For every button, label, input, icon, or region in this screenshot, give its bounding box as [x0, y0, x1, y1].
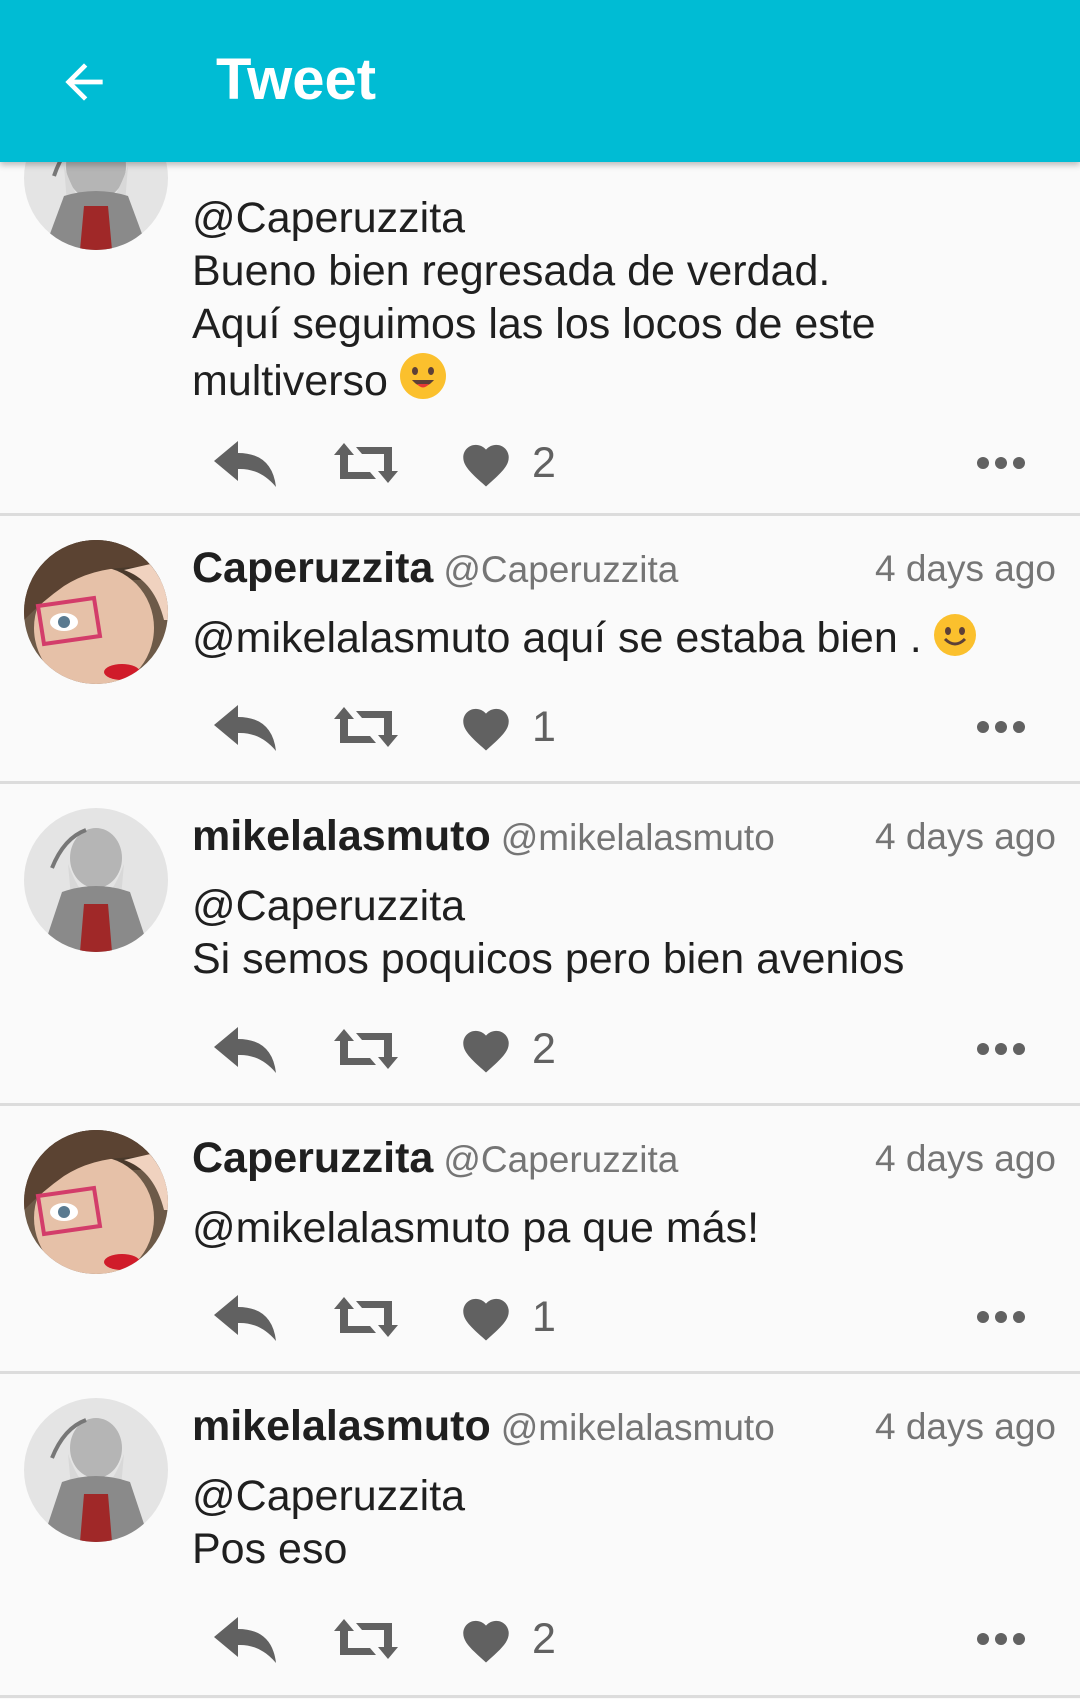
more-button[interactable]	[976, 1282, 1026, 1352]
retweet-icon	[334, 707, 398, 747]
tweet-actions: 2	[0, 428, 1080, 498]
author-handle[interactable]: @Caperuzzita	[443, 549, 678, 590]
avatar[interactable]	[24, 540, 168, 684]
slight-smile-emoji	[932, 612, 978, 671]
retweet-button[interactable]	[332, 1282, 400, 1352]
like-button[interactable]: 2	[458, 428, 556, 498]
like-count: 2	[532, 1024, 556, 1073]
tweet-meta: Caperuzzita @Caperuzzita 4 days ago	[192, 1134, 1056, 1190]
avatar[interactable]	[24, 1130, 168, 1274]
heart-icon	[463, 444, 509, 487]
like-count: 1	[532, 702, 556, 751]
tweet-timestamp: 4 days ago	[874, 548, 1056, 589]
tweet-line: @Caperuzzita	[192, 882, 466, 930]
tweet-item[interactable]: mikelalasmuto @mikelalasmuto 4 days ago @…	[0, 1374, 1080, 1698]
reply-button[interactable]	[212, 1604, 278, 1674]
retweet-button[interactable]	[332, 1014, 400, 1084]
tweet-text: @Caperuzzita Bueno bien regresada de ver…	[192, 192, 1050, 414]
smiling-face-emoji	[398, 351, 448, 414]
tweet-timestamp: 4 days ago	[874, 1138, 1056, 1179]
more-icon	[977, 1043, 1025, 1055]
retweet-button[interactable]	[332, 692, 400, 762]
more-button[interactable]	[976, 1014, 1026, 1084]
author-name[interactable]: Caperuzzita	[192, 1134, 433, 1182]
like-count: 2	[532, 1614, 556, 1663]
arrow-left-icon	[65, 63, 103, 101]
like-button[interactable]: 1	[458, 1282, 556, 1352]
more-button[interactable]	[976, 428, 1026, 498]
avatar[interactable]	[24, 808, 168, 952]
reply-button[interactable]	[212, 692, 278, 762]
reply-icon	[214, 441, 276, 487]
tweet-line: Si semos poquicos pero bien avenios	[192, 935, 905, 983]
tweet-line: @Caperuzzita	[192, 194, 466, 242]
tweet-actions: 1	[0, 692, 1080, 762]
tweet-text: @Caperuzzita Pos eso	[192, 1470, 1050, 1576]
tweet-text: @Caperuzzita Si semos poquicos pero bien…	[192, 880, 1050, 986]
heart-icon	[463, 1620, 509, 1663]
tweet-line: Pos eso	[192, 1525, 348, 1573]
reply-icon	[214, 705, 276, 751]
tweet-item[interactable]: mikelalasmuto @mikelalasmuto 4 days ago @…	[0, 784, 1080, 1106]
reply-icon	[214, 1027, 276, 1073]
tweet-line: multiverso	[192, 357, 388, 405]
tweet-line: Aquí seguimos las los locos de este	[192, 300, 876, 348]
tweet-line: @mikelalasmuto pa que más!	[192, 1204, 760, 1252]
tweet-line: Bueno bien regresada de verdad.	[192, 247, 831, 295]
more-icon	[977, 1633, 1025, 1645]
retweet-button[interactable]	[332, 428, 400, 498]
tweet-meta: mikelalasmuto @mikelalasmuto 4 days ago	[192, 812, 1056, 868]
more-icon	[977, 457, 1025, 469]
tweet-item[interactable]: Caperuzzita @Caperuzzita 4 days ago @mike…	[0, 1106, 1080, 1374]
tweet-text: @mikelalasmuto aquí se estaba bien .	[192, 612, 1050, 671]
reply-button[interactable]	[212, 1014, 278, 1084]
heart-icon	[463, 1030, 509, 1073]
heart-icon	[463, 708, 509, 751]
like-button[interactable]: 2	[458, 1604, 556, 1674]
like-count: 2	[532, 438, 556, 487]
tweet-line: @Caperuzzita	[192, 1472, 466, 1520]
back-button[interactable]	[48, 46, 120, 118]
tweet-actions: 2	[0, 1604, 1080, 1674]
author-name[interactable]: mikelalasmuto	[192, 812, 491, 860]
reply-icon	[214, 1617, 276, 1663]
tweet-actions: 2	[0, 1014, 1080, 1084]
retweet-icon	[334, 443, 398, 483]
tweet-line: @mikelalasmuto aquí se estaba bien .	[192, 614, 922, 662]
tweet-text: @mikelalasmuto pa que más!	[192, 1202, 1050, 1255]
retweet-icon	[334, 1029, 398, 1069]
tweet-feed[interactable]: @Caperuzzita Bueno bien regresada de ver…	[0, 0, 1080, 1699]
reply-button[interactable]	[212, 1282, 278, 1352]
like-button[interactable]: 2	[458, 1014, 556, 1084]
tweet-meta: Caperuzzita @Caperuzzita 4 days ago	[192, 544, 1056, 600]
page-title: Tweet	[216, 47, 377, 112]
like-count: 1	[532, 1292, 556, 1341]
author-name[interactable]: Caperuzzita	[192, 544, 433, 592]
reply-button[interactable]	[212, 428, 278, 498]
retweet-button[interactable]	[332, 1604, 400, 1674]
author-handle[interactable]: @Caperuzzita	[443, 1139, 678, 1180]
author-handle[interactable]: @mikelalasmuto	[501, 817, 775, 858]
retweet-icon	[334, 1297, 398, 1337]
app-bar: Tweet	[0, 0, 1080, 162]
avatar[interactable]	[24, 1398, 168, 1542]
tweet-timestamp: 4 days ago	[874, 816, 1056, 857]
like-button[interactable]: 1	[458, 692, 556, 762]
author-handle[interactable]: @mikelalasmuto	[501, 1407, 775, 1448]
more-icon	[977, 1311, 1025, 1323]
more-button[interactable]	[976, 692, 1026, 762]
tweet-meta: mikelalasmuto @mikelalasmuto 4 days ago	[192, 1402, 1056, 1458]
heart-icon	[463, 1298, 509, 1341]
tweet-item[interactable]: Caperuzzita @Caperuzzita 4 days ago @mike…	[0, 516, 1080, 784]
reply-icon	[214, 1295, 276, 1341]
more-icon	[977, 721, 1025, 733]
more-button[interactable]	[976, 1604, 1026, 1674]
tweet-timestamp: 4 days ago	[874, 1406, 1056, 1447]
author-name[interactable]: mikelalasmuto	[192, 1402, 491, 1450]
tweet-actions: 1	[0, 1282, 1080, 1352]
retweet-icon	[334, 1619, 398, 1659]
